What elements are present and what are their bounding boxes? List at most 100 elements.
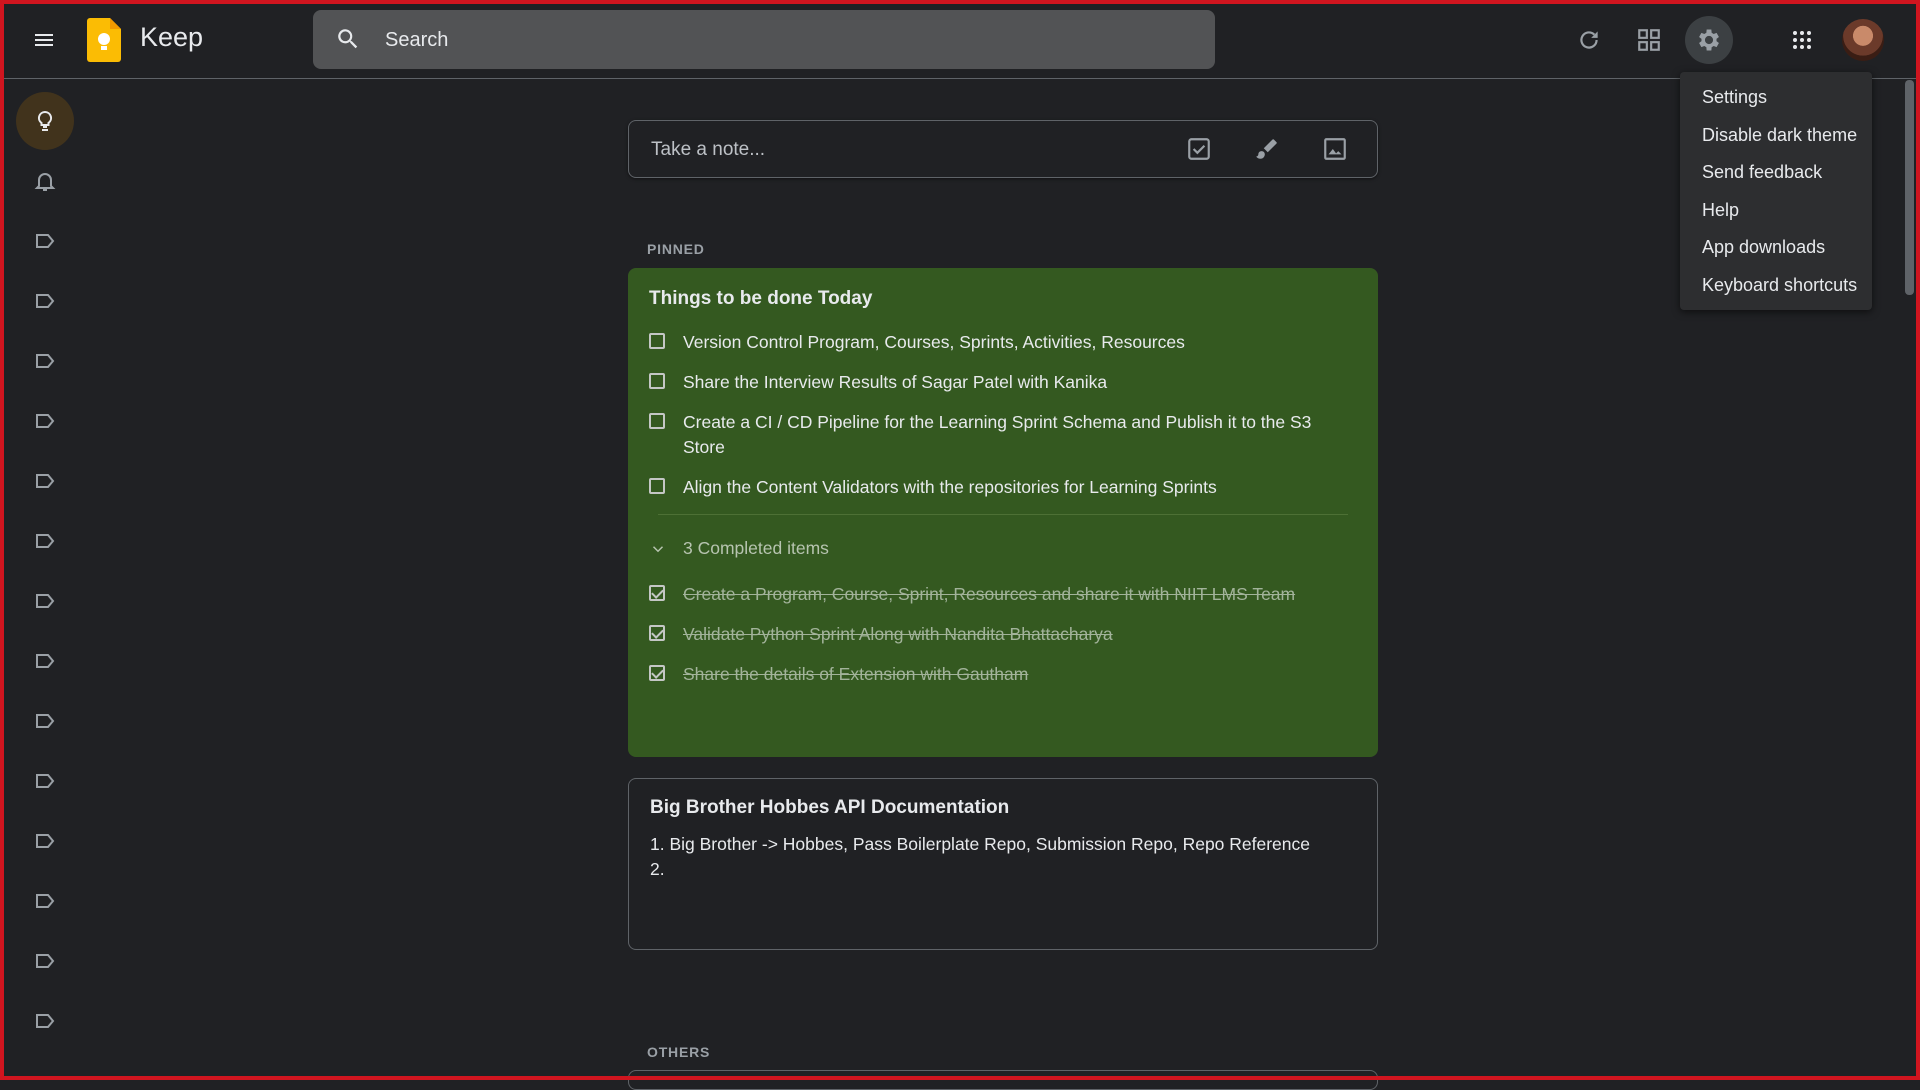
sidebar-item-label[interactable] [16,572,74,630]
label-icon [36,774,55,788]
top-app-bar: Keep [0,0,1920,79]
checkbox[interactable] [649,413,665,429]
keep-logo-icon[interactable] [87,18,121,62]
take-note-input[interactable] [649,121,1173,179]
apps-grid-icon [1793,31,1811,49]
sidebar-item-label[interactable] [16,392,74,450]
menu-item-disable-dark-theme[interactable]: Disable dark theme [1702,125,1857,146]
menu-item-app-downloads[interactable]: App downloads [1702,237,1825,258]
list-item-text[interactable]: Share the details of Extension with Gaut… [683,662,1028,687]
scrollbar-thumb[interactable] [1905,80,1914,295]
label-icon [36,654,55,668]
new-image-button[interactable] [1312,126,1358,172]
note-card-todo[interactable]: Things to be done Today Version Control … [628,268,1378,757]
list-item-text[interactable]: Create a CI / CD Pipeline for the Learni… [683,410,1349,460]
checkbox[interactable] [649,333,665,349]
hamburger-icon [35,34,53,46]
label-icon [36,714,55,728]
grid-view-button[interactable] [1625,16,1673,64]
list-item: Version Control Program, Courses, Sprint… [649,330,1349,355]
menu-item-help[interactable]: Help [1702,200,1739,221]
label-icon [36,354,55,368]
google-apps-button[interactable] [1778,16,1826,64]
label-icon [36,834,55,848]
completed-list-item: Share the details of Extension with Gaut… [649,662,1349,687]
checkbox-checked[interactable] [649,665,665,681]
list-item: Align the Content Validators with the re… [649,475,1349,500]
settings-button[interactable] [1685,16,1733,64]
menu-item-keyboard-shortcuts[interactable]: Keyboard shortcuts [1702,275,1857,296]
section-label-pinned: PINNED [647,241,705,257]
completed-items-toggle[interactable]: 3 Completed items [649,538,829,559]
chevron-down-icon [652,545,664,552]
menu-item-settings[interactable]: Settings [1702,87,1767,108]
sidebar-item-label[interactable] [16,692,74,750]
list-item-text[interactable]: Create a Program, Course, Sprint, Resour… [683,582,1295,607]
sidebar [0,80,90,1080]
note-card-partial[interactable] [628,1070,1378,1090]
grid-view-icon [1638,29,1660,51]
app-title[interactable]: Keep [140,22,203,53]
label-icon [36,594,55,608]
completed-list-item: Validate Python Sprint Along with Nandit… [649,622,1349,647]
list-item-text[interactable]: Validate Python Sprint Along with Nandit… [683,622,1113,647]
sidebar-item-label[interactable] [16,632,74,690]
new-list-button[interactable] [1176,126,1222,172]
take-note-bar[interactable] [628,120,1378,179]
checkbox-icon [1188,138,1210,160]
settings-menu: Settings Disable dark theme Send feedbac… [1680,72,1872,310]
label-icon [36,234,55,248]
section-label-others: OTHERS [647,1044,711,1060]
sidebar-item-reminders[interactable] [16,152,74,210]
label-icon [36,894,55,908]
search-icon [338,29,358,49]
list-item-text[interactable]: Align the Content Validators with the re… [683,475,1217,500]
list-item-text[interactable]: Share the Interview Results of Sagar Pat… [683,370,1107,395]
sidebar-item-label[interactable] [16,992,74,1050]
completed-list-item: Create a Program, Course, Sprint, Resour… [649,582,1349,607]
sidebar-item-label[interactable] [16,812,74,870]
checkbox[interactable] [649,478,665,494]
new-drawing-button[interactable] [1244,126,1290,172]
sidebar-item-label[interactable] [16,332,74,390]
search-input[interactable] [383,10,1187,71]
sidebar-item-notes[interactable] [16,92,74,150]
label-icon [36,474,55,488]
note-body-line: 2. [650,859,665,879]
label-icon [36,414,55,428]
list-item-text[interactable]: Version Control Program, Courses, Sprint… [683,330,1185,355]
note-card-api-docs[interactable]: Big Brother Hobbes API Documentation 1. … [628,778,1378,950]
list-item: Share the Interview Results of Sagar Pat… [649,370,1349,395]
sidebar-item-label[interactable] [16,272,74,330]
refresh-button[interactable] [1565,16,1613,64]
label-icon [36,954,55,968]
refresh-icon [1580,31,1598,49]
sidebar-item-label[interactable] [16,212,74,270]
label-icon [36,294,55,308]
note-body-line: 1. Big Brother -> Hobbes, Pass Boilerpla… [650,834,1311,854]
menu-item-send-feedback[interactable]: Send feedback [1702,162,1822,183]
bell-icon [34,173,56,191]
sidebar-item-label[interactable] [16,452,74,510]
lightbulb-icon [37,110,53,131]
checkbox[interactable] [649,373,665,389]
sidebar-item-label[interactable] [16,512,74,570]
note-title: Things to be done Today [649,288,873,309]
label-icon [36,1014,55,1028]
main-menu-button[interactable] [20,16,68,64]
list-item: Create a CI / CD Pipeline for the Learni… [649,410,1349,460]
search-bar[interactable] [313,10,1215,71]
checkbox-checked[interactable] [649,585,665,601]
image-icon [1324,138,1346,160]
sidebar-item-label[interactable] [16,872,74,930]
label-icon [36,534,55,548]
sidebar-item-label[interactable] [16,752,74,810]
sidebar-item-label[interactable] [16,932,74,990]
account-avatar[interactable] [1842,19,1884,61]
brush-icon [1256,139,1277,159]
note-title: Big Brother Hobbes API Documentation [650,797,1010,818]
gear-icon [1699,29,1719,51]
divider [658,514,1348,515]
checkbox-checked[interactable] [649,625,665,641]
search-button[interactable] [331,22,365,56]
